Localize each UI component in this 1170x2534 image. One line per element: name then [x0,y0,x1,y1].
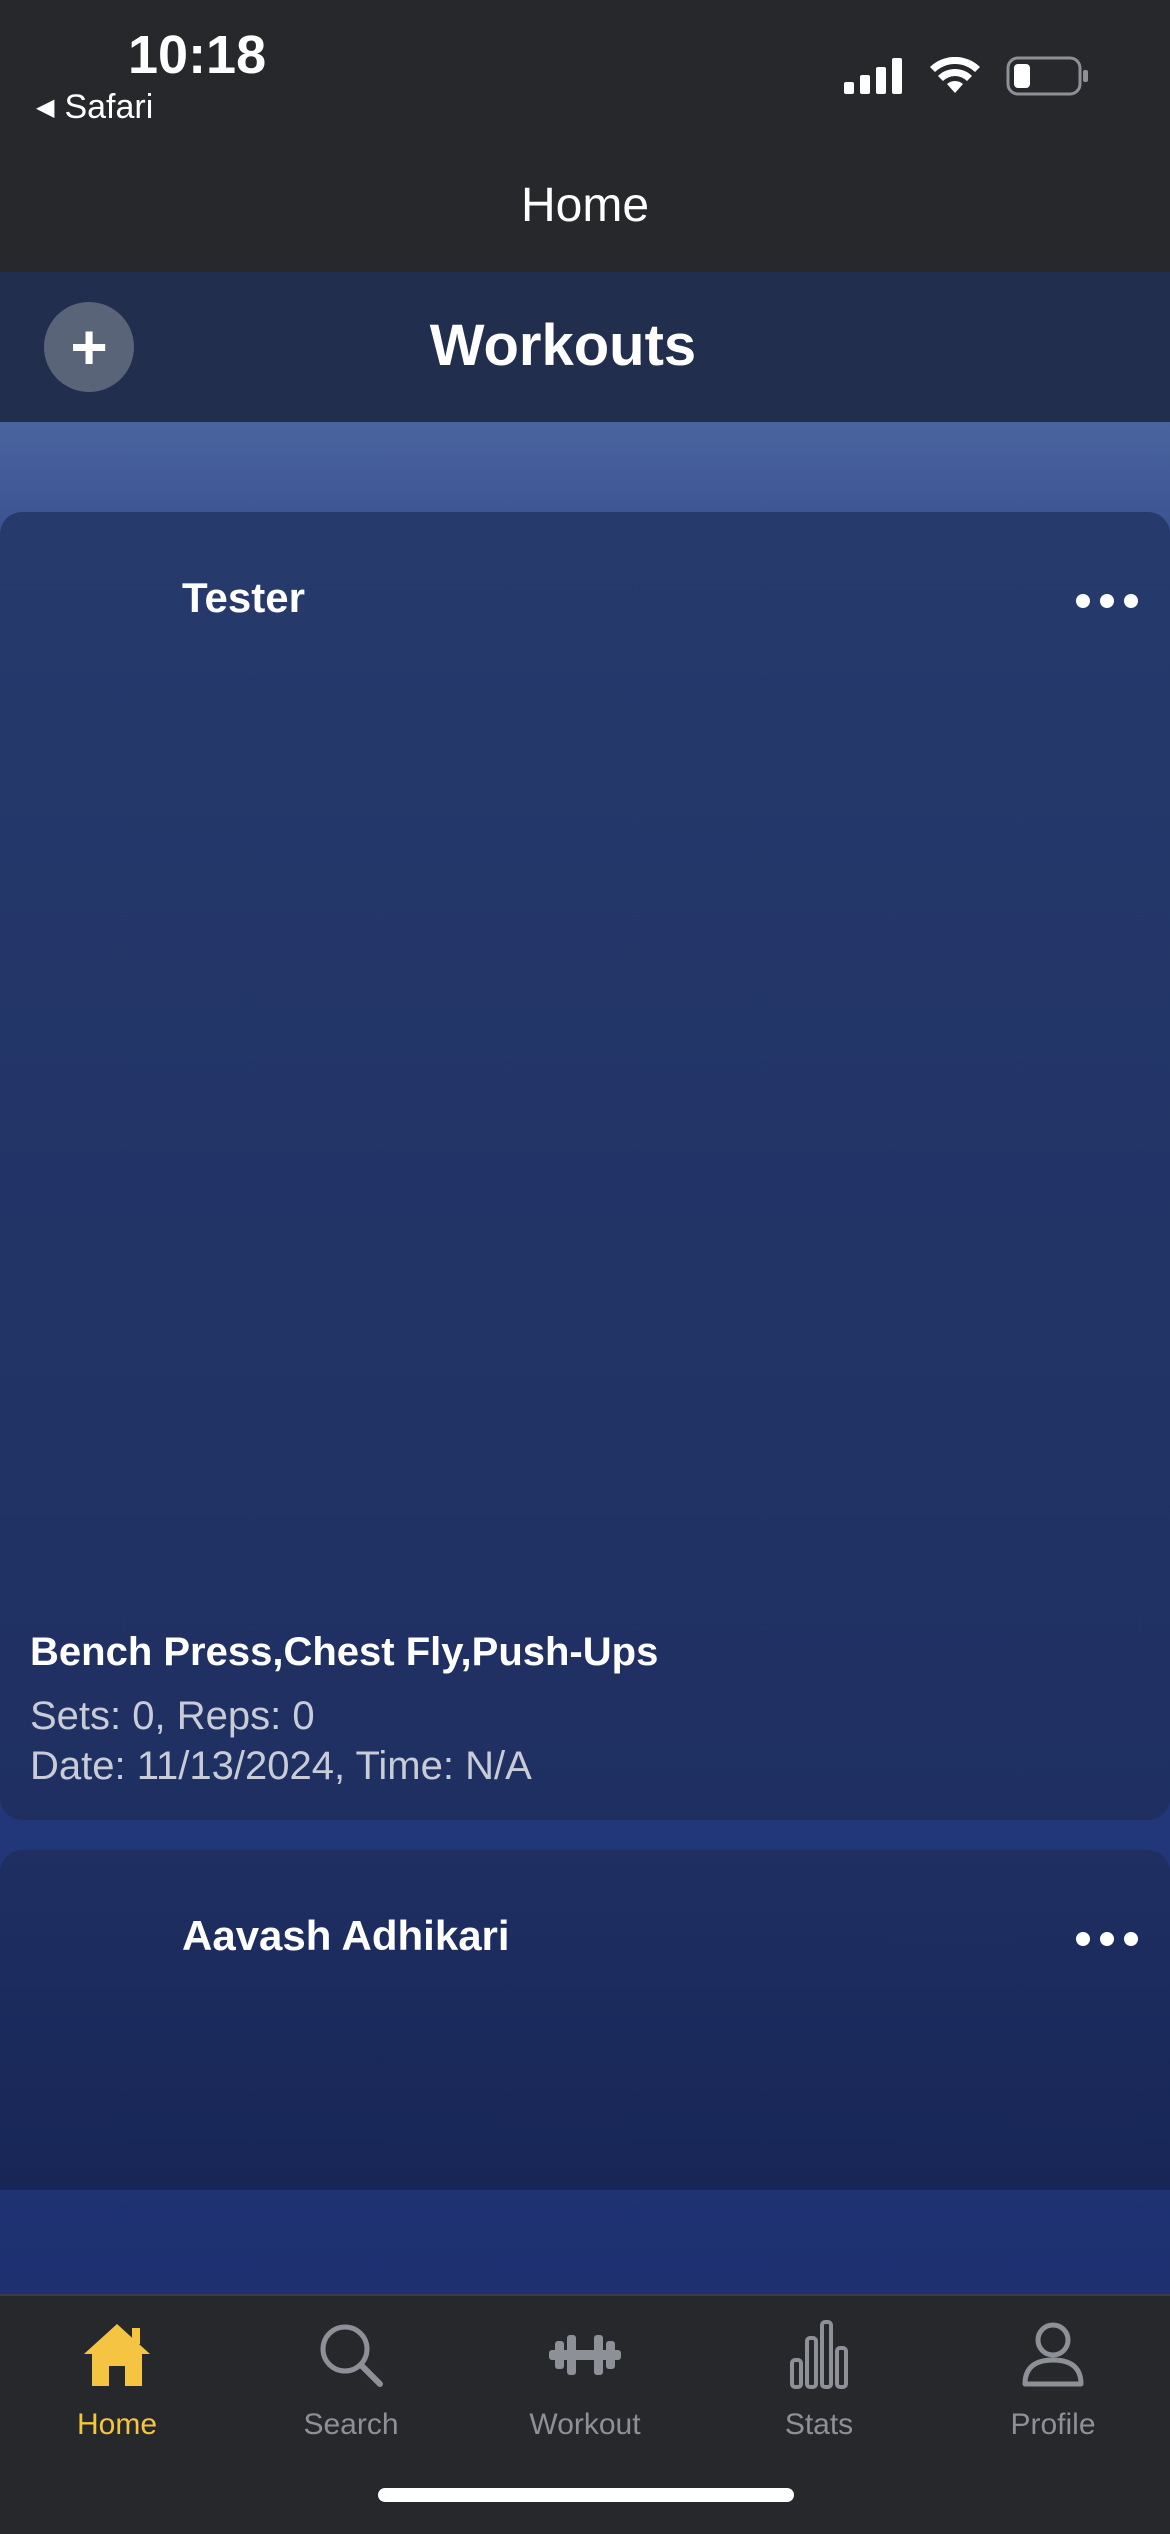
card-username: Aavash Adhikari [182,1912,510,1959]
tab-stats-label: Stats [784,2408,854,2441]
status-time: 10:18 [128,25,267,85]
dumbbell-icon [549,2335,621,2375]
back-app-label: Safari [64,88,154,126]
wifi-icon [930,57,980,93]
workout-feed[interactable]: Tester Bench Press,Chest Fly,Push-Ups Se… [0,422,1170,2294]
tab-stats[interactable]: Stats [702,2310,936,2442]
bar-chart-icon [790,2320,848,2389]
back-to-safari-link[interactable]: ◀ Safari [36,88,153,127]
tab-home-label: Home [76,2408,158,2441]
workout-card[interactable]: Tester Bench Press,Chest Fly,Push-Ups Se… [0,512,1170,1820]
search-icon [320,2324,383,2387]
tab-search-label: Search [303,2408,399,2441]
home-indicator[interactable] [378,2488,794,2502]
card-exercises: Bench Press,Chest Fly,Push-Ups [30,1630,659,1674]
workouts-title: Workouts [429,313,697,378]
workouts-header: + Workouts [0,272,1170,422]
card-sets-reps: Sets: 0, Reps: 0 [30,1694,315,1738]
card-username: Tester [182,574,305,621]
card-date-time: Date: 11/13/2024, Time: N/A [30,1744,532,1788]
tab-workout-label: Workout [529,2408,641,2441]
signal-icon [844,58,902,94]
nav-header: Home [0,140,1170,272]
home-icon [84,2324,150,2386]
tab-profile[interactable]: Profile [936,2310,1170,2442]
back-arrow-icon: ◀ [36,94,55,121]
tab-search[interactable]: Search [234,2310,468,2442]
tab-home[interactable]: Home [0,2310,234,2442]
tab-profile-label: Profile [1010,2408,1096,2441]
workout-card[interactable]: Aavash Adhikari [0,1850,1170,2190]
person-icon [1022,2322,1084,2387]
tab-workout[interactable]: Workout [468,2310,702,2442]
more-options-icon[interactable] [1076,594,1138,608]
status-bar: 10:18 ◀ Safari [0,0,1170,140]
more-options-icon[interactable] [1076,1932,1138,1946]
page-title: Home [520,179,650,232]
status-icons [844,56,1090,96]
battery-icon [1006,56,1088,96]
